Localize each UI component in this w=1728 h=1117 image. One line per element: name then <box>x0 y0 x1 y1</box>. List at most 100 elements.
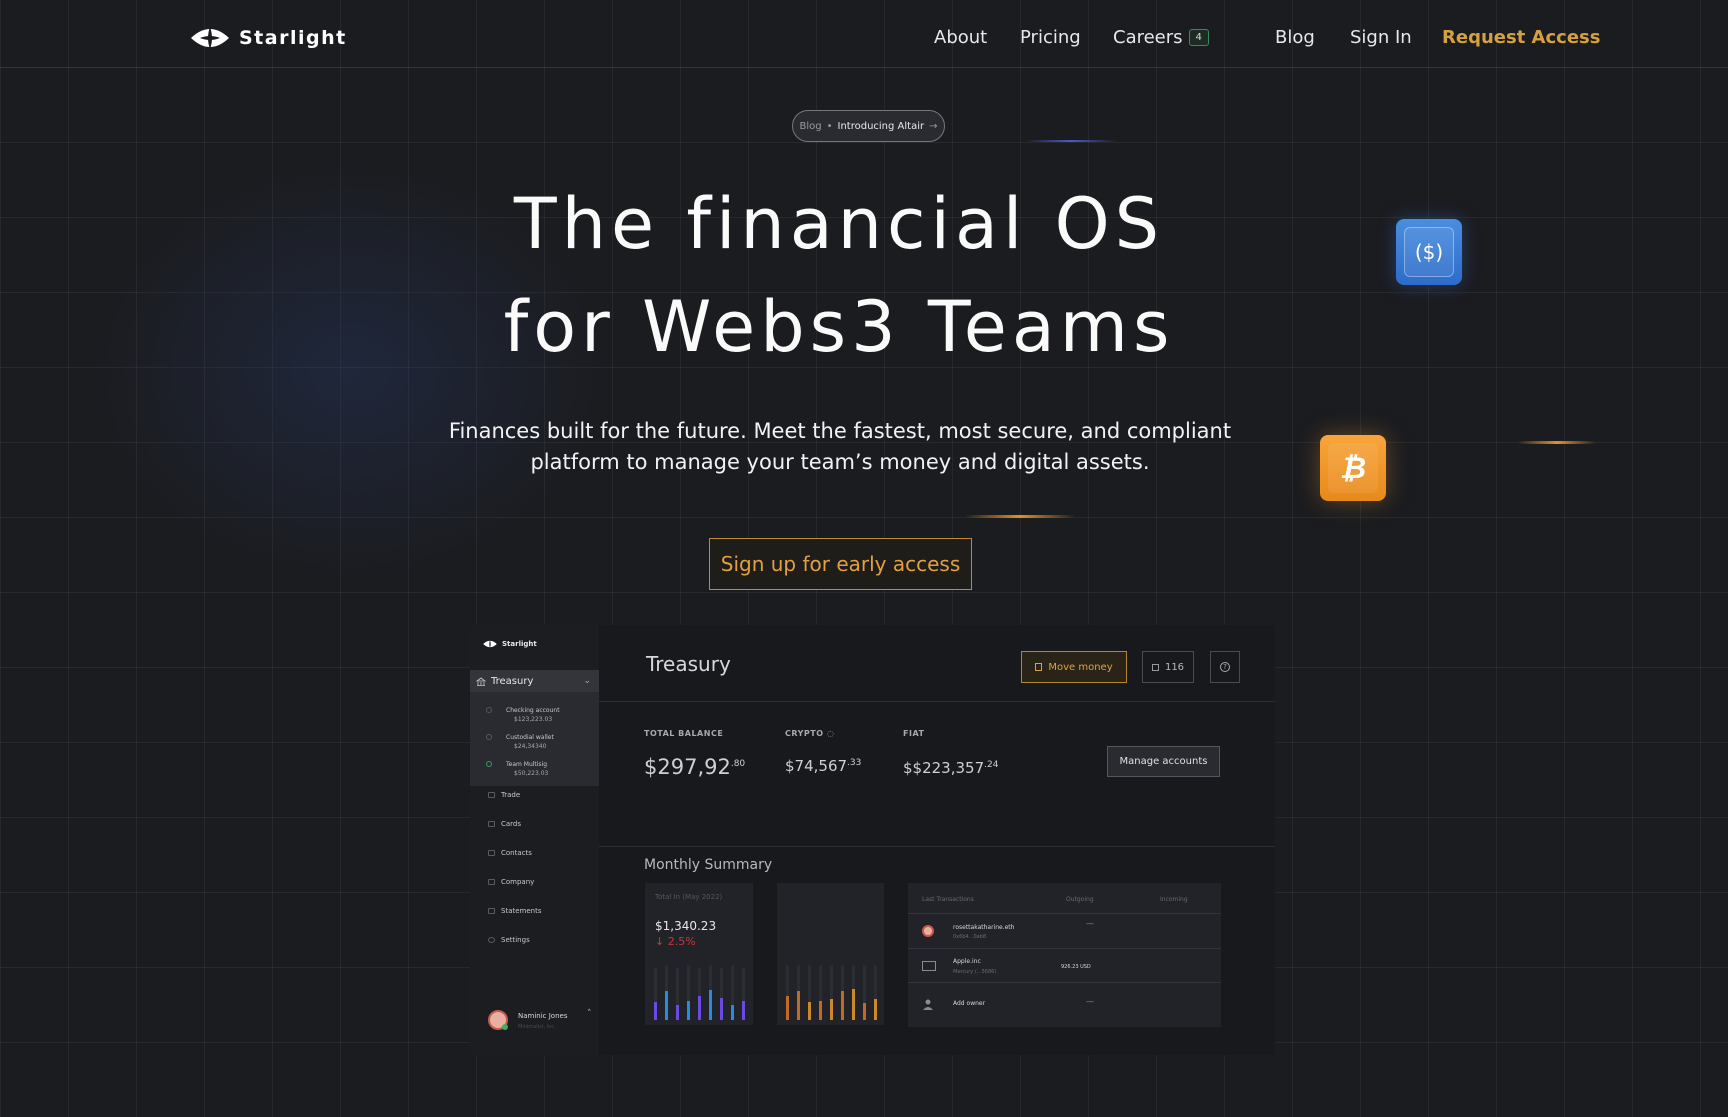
sidebar-item-company[interactable]: Company <box>488 878 534 886</box>
company-icon <box>488 879 495 885</box>
chevron-down-icon: ⌄ <box>583 676 591 686</box>
account-status-icon <box>486 707 492 713</box>
sidebar-item-trade[interactable]: Trade <box>488 791 520 799</box>
tx-name: Add owner <box>953 1000 986 1007</box>
bar <box>819 1001 822 1020</box>
fiat-balance-value: $$223,357.24 <box>903 759 998 777</box>
fiat-balance-main: $$223,357 <box>903 759 985 777</box>
bitcoin-coin-tile: ₿ <box>1320 435 1386 501</box>
account-name: Team Multisig <box>506 761 548 768</box>
sidebar-item-contacts[interactable]: Contacts <box>488 849 532 857</box>
usdc-icon: ($) <box>1414 240 1444 264</box>
tx-sub: 0x6b4...0ab8 <box>953 934 987 940</box>
brand-logo[interactable]: Starlight <box>189 24 347 52</box>
accent-streak-blue <box>1025 140 1117 142</box>
top-nav: Starlight About Pricing Careers 4 Blog Si… <box>0 0 1728 68</box>
tx-outgoing: — <box>1086 997 1094 1006</box>
hero-title-line2: for Webs3 Teams <box>503 286 1175 368</box>
sidebar-item-label: Cards <box>501 820 522 828</box>
incoming-bars-chart <box>654 965 745 1020</box>
manage-accounts-button[interactable]: Manage accounts <box>1107 746 1220 777</box>
pill-text: Introducing Altair <box>837 120 925 132</box>
crypto-balance-main: $74,567 <box>785 757 848 775</box>
trade-icon <box>488 792 495 798</box>
account-multisig[interactable]: Team Multisig $50,223.03 <box>486 760 548 778</box>
statements-icon <box>488 908 495 914</box>
sidebar-item-treasury-label: Treasury <box>491 675 534 687</box>
bitcoin-icon: ₿ <box>1339 450 1367 486</box>
dashboard-preview: Starlight Treasury ⌄ Checking account $1… <box>470 625 1275 1055</box>
divider <box>599 846 1275 847</box>
sidebar-item-treasury[interactable]: Treasury ⌄ <box>470 670 599 692</box>
bar <box>852 989 855 1020</box>
avatar-icon <box>922 925 934 937</box>
starlight-logo-icon <box>191 27 229 49</box>
avatar <box>488 1010 508 1030</box>
nav-pricing[interactable]: Pricing <box>1020 27 1081 48</box>
bar <box>786 996 789 1020</box>
nav-careers[interactable]: Careers 4 <box>1113 27 1209 48</box>
total-balance-cents: .80 <box>730 759 746 769</box>
contacts-icon <box>488 850 495 856</box>
bar <box>687 1001 690 1020</box>
notifications-button[interactable]: 116 <box>1142 651 1194 683</box>
tx-name: rosettakatharine.eth <box>953 924 1015 931</box>
usdc-coin-tile: ($) <box>1396 219 1462 285</box>
crypto-balance-value: $74,567.33 <box>785 757 861 775</box>
sidebar-item-label: Statements <box>501 907 542 915</box>
crypto-label: CRYPTO ◌ <box>785 729 834 738</box>
dashboard-logo: Starlight <box>482 639 537 649</box>
user-profile[interactable]: Naminic Jones Minimalist, Inc. <box>488 1010 567 1030</box>
sidebar-item-label: Trade <box>501 791 521 799</box>
total-balance-label: TOTAL BALANCE <box>644 729 724 738</box>
account-custodial[interactable]: Custodial wallet $24,34340 <box>486 733 554 751</box>
careers-count-badge: 4 <box>1188 29 1209 46</box>
sidebar-item-settings[interactable]: Settings <box>488 936 530 944</box>
divider <box>908 913 1221 914</box>
bar <box>874 999 877 1020</box>
user-name: Naminic Jones <box>518 1012 568 1020</box>
sidebar-item-cards[interactable]: Cards <box>488 820 521 828</box>
user-company: Minimalist, Inc. <box>518 1024 556 1030</box>
bar <box>654 1002 657 1020</box>
divider <box>599 701 1275 702</box>
table-header-incoming: Incoming <box>1160 896 1188 903</box>
info-icon: ◌ <box>826 729 835 738</box>
bar <box>742 1001 745 1020</box>
help-button[interactable]: ? <box>1210 651 1240 683</box>
treasury-group: Treasury ⌄ Checking account $123,223.03 … <box>470 670 599 786</box>
notifications-count: 116 <box>1164 661 1185 673</box>
dashboard-brand-name: Starlight <box>502 640 537 648</box>
bar <box>797 991 800 1020</box>
nav-careers-label: Careers <box>1113 27 1183 48</box>
move-money-button[interactable]: Move money <box>1021 651 1127 683</box>
crypto-balance-cents: .33 <box>847 758 862 768</box>
transactions-table: Last Transactions Outgoing Incoming rose… <box>908 883 1221 1027</box>
nav-about[interactable]: About <box>934 27 987 48</box>
nav-sign-in[interactable]: Sign In <box>1350 27 1412 48</box>
tx-outgoing: 926.23 USD <box>1061 964 1091 970</box>
announcement-pill[interactable]: Blog • Introducing Altair → <box>792 110 945 142</box>
bar <box>731 1005 734 1020</box>
chevron-up-icon[interactable]: ˄ <box>587 1009 592 1019</box>
hero-subtitle-line1: Finances built for the future. Meet the … <box>448 419 1232 443</box>
divider <box>908 982 1221 983</box>
user-icon <box>923 999 933 1010</box>
request-access-link[interactable]: Request Access <box>1442 27 1600 48</box>
gear-icon <box>488 937 495 943</box>
signup-cta-button[interactable]: Sign up for early access <box>709 538 972 590</box>
account-name: Checking account <box>506 707 560 714</box>
fiat-balance-cents: .24 <box>984 760 999 770</box>
card-icon <box>922 961 936 971</box>
sidebar-item-label: Settings <box>501 936 530 944</box>
bar <box>720 998 723 1020</box>
crypto-label-text: CRYPTO <box>785 729 824 738</box>
card-icon <box>488 821 495 827</box>
account-checking[interactable]: Checking account $123,223.03 <box>486 706 560 724</box>
sidebar-item-statements[interactable]: Statements <box>488 907 541 915</box>
nav-blog[interactable]: Blog <box>1275 27 1315 48</box>
bar <box>698 996 701 1020</box>
bar <box>841 991 844 1020</box>
bar <box>709 990 712 1020</box>
bar <box>808 1002 811 1020</box>
